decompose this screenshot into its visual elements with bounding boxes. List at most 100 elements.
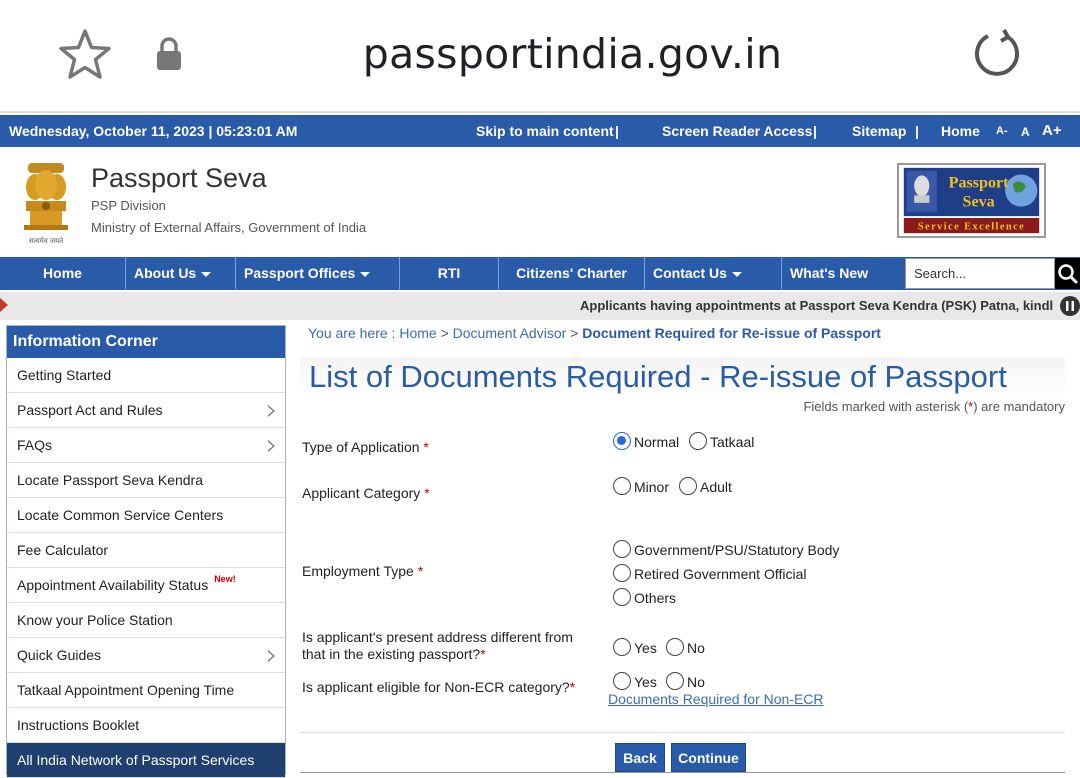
site-title[interactable]: Passport Seva — [91, 163, 267, 194]
sidebar-item-locate-psk[interactable]: Locate Passport Seva Kendra — [7, 463, 285, 498]
sidebar-item-tatkaal-time[interactable]: Tatkaal Appointment Opening Time — [7, 673, 285, 708]
nav-home[interactable]: Home — [0, 257, 126, 290]
sidebar-item-locate-csc[interactable]: Locate Common Service Centers — [7, 498, 285, 533]
passport-seva-logo[interactable]: Passport Seva Service Excellence — [897, 163, 1046, 238]
option-government[interactable]: Government/PSU/Statutory Body — [613, 540, 839, 558]
option-normal[interactable]: Normal — [613, 432, 679, 450]
chevron-down-icon — [201, 271, 212, 277]
date-time: Wednesday, October 11, 2023 | 05:23:01 A… — [9, 123, 298, 139]
radio-ecr-yes[interactable] — [613, 672, 631, 690]
url-text[interactable]: passportindia.gov.in — [0, 30, 1080, 78]
option-label: Normal — [634, 434, 680, 450]
sidebar-item-label: Know your Police Station — [17, 612, 173, 628]
nav-passport-offices[interactable]: Passport Offices — [236, 257, 400, 290]
separator: | — [915, 123, 919, 139]
radio-address-yes[interactable] — [613, 638, 631, 656]
breadcrumb-home[interactable]: Home — [399, 325, 436, 341]
breadcrumb-document-advisor[interactable]: Document Advisor — [453, 325, 567, 341]
radio-government[interactable] — [613, 540, 631, 558]
sidebar-item-instructions[interactable]: Instructions Booklet — [7, 708, 285, 743]
sidebar-item-quick-guides[interactable]: Quick Guides — [7, 638, 285, 673]
pause-button[interactable] — [1060, 296, 1080, 316]
option-ecr-no[interactable]: No — [666, 672, 705, 690]
sidebar-item-label: Locate Passport Seva Kendra — [17, 472, 204, 488]
option-others[interactable]: Others — [613, 588, 676, 606]
question-text: that in the existing passport? — [302, 646, 481, 662]
sidebar-item-getting-started[interactable]: Getting Started — [7, 358, 285, 393]
skip-to-main-link[interactable]: Skip to main content — [476, 123, 614, 139]
radio-adult[interactable] — [679, 477, 697, 495]
radio-ecr-no[interactable] — [666, 672, 684, 690]
sidebar-item-label: Appointment Availability Status — [17, 577, 209, 593]
asterisk: * — [417, 563, 424, 579]
sidebar-item-label: Fee Calculator — [17, 542, 109, 558]
asterisk: * — [480, 646, 486, 662]
option-address-no[interactable]: No — [666, 638, 705, 656]
chevron-down-icon — [360, 271, 371, 277]
breadcrumb-separator: > — [436, 325, 453, 341]
sidebar-item-fee-calculator[interactable]: Fee Calculator — [7, 533, 285, 568]
option-address-yes[interactable]: Yes — [613, 638, 657, 656]
nav-about-us-label: About Us — [134, 265, 197, 281]
divider — [300, 732, 1065, 733]
font-normal-button[interactable]: A — [1021, 125, 1030, 139]
option-adult[interactable]: Adult — [679, 477, 732, 495]
question-text: Is applicant eligible for Non-ECR catego… — [302, 679, 570, 695]
nav-home-label: Home — [43, 265, 82, 281]
non-ecr-documents-link[interactable]: Documents Required for Non-ECR — [608, 691, 824, 707]
option-label: Government/PSU/Statutory Body — [634, 542, 840, 558]
sidebar-item-passport-act[interactable]: Passport Act and Rules — [7, 393, 285, 428]
nav-contact-us[interactable]: Contact Us — [645, 257, 782, 290]
nav-citizens-charter[interactable]: Citizens' Charter — [499, 257, 645, 290]
search-input[interactable]: Search... — [905, 258, 1055, 289]
sidebar-item-appointment-status[interactable]: Appointment Availability Status New! — [7, 568, 285, 603]
page-title: List of Documents Required - Re-issue of… — [300, 357, 1065, 397]
radio-address-no[interactable] — [666, 638, 684, 656]
continue-button[interactable]: Continue — [671, 743, 746, 772]
separator: | — [615, 123, 619, 139]
nav-whats-new-label: What's New — [790, 265, 869, 281]
nav-about-us[interactable]: About Us — [126, 257, 236, 290]
search-button[interactable] — [1055, 258, 1080, 289]
radio-minor[interactable] — [613, 477, 631, 495]
option-label: No — [687, 640, 705, 656]
screen-reader-link[interactable]: Screen Reader Access — [662, 123, 812, 139]
radio-others[interactable] — [613, 588, 631, 606]
option-label: Minor — [634, 479, 670, 495]
nav-citizens-charter-label: Citizens' Charter — [516, 265, 627, 281]
sidebar-item-network[interactable]: All India Network of Passport Services — [7, 743, 285, 778]
new-badge: New! — [214, 574, 236, 584]
reload-icon[interactable] — [970, 28, 1022, 80]
nav-rti[interactable]: RTI — [400, 257, 499, 290]
option-ecr-yes[interactable]: Yes — [613, 672, 657, 690]
sidebar-item-faqs[interactable]: FAQs — [7, 428, 285, 463]
font-increase-button[interactable]: A+ — [1042, 122, 1062, 139]
type-of-application-label: Type of Application * — [302, 439, 429, 455]
sidebar-item-police-station[interactable]: Know your Police Station — [7, 603, 285, 638]
national-emblem-icon: सत्यमेव जयते — [24, 163, 68, 245]
asterisk: * — [569, 679, 576, 695]
home-link[interactable]: Home — [941, 123, 980, 139]
radio-normal[interactable] — [613, 432, 631, 450]
pause-icon — [1066, 301, 1074, 311]
option-minor[interactable]: Minor — [613, 477, 669, 495]
ticker-text[interactable]: Applicants having appointments at Passpo… — [580, 298, 1053, 313]
asterisk: * — [423, 439, 429, 455]
top-strip: Wednesday, October 11, 2023 | 05:23:01 A… — [0, 115, 1080, 147]
nav-whats-new[interactable]: What's New — [782, 257, 905, 290]
font-decrease-button[interactable]: A- — [996, 125, 1008, 137]
option-tatkaal[interactable]: Tatkaal — [689, 432, 754, 450]
back-button[interactable]: Back — [615, 743, 665, 772]
sitemap-link[interactable]: Sitemap — [852, 123, 906, 139]
question-text: Employment Type — [302, 563, 414, 579]
option-label: No — [687, 674, 705, 690]
sidebar-item-label: All India Network of Passport Services — [17, 752, 255, 768]
chevron-right-icon — [267, 440, 275, 452]
radio-retired[interactable] — [613, 564, 631, 582]
option-retired[interactable]: Retired Government Official — [613, 564, 806, 582]
applicant-category-label: Applicant Category * — [302, 485, 430, 501]
breadcrumb-separator: > — [566, 325, 583, 341]
mandatory-note: Fields marked with asterisk (*) are mand… — [803, 399, 1065, 414]
sidebar-item-label: Locate Common Service Centers — [17, 507, 224, 523]
radio-tatkaal[interactable] — [689, 432, 707, 450]
